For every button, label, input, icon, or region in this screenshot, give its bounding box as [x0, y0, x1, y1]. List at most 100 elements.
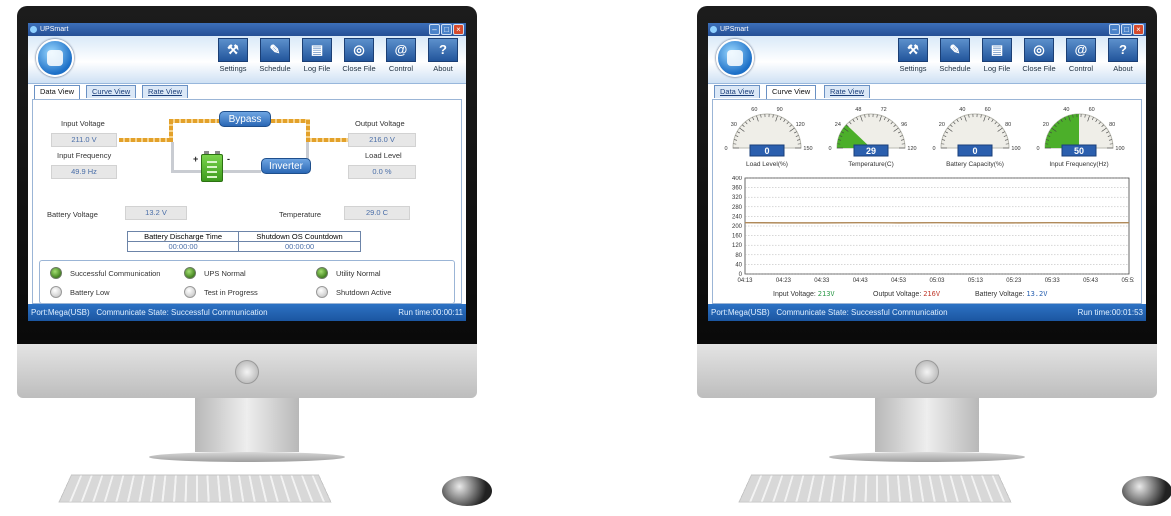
gauge-tick-label: 120: [796, 122, 805, 128]
gauge-tick-label: 60: [751, 107, 757, 113]
x-tick-label: 04:23: [776, 278, 792, 284]
battery-voltage-label: Battery Voltage: [47, 210, 98, 219]
close-file-button[interactable]: ◎ Close File: [338, 38, 380, 73]
about-button[interactable]: ? About: [422, 38, 464, 73]
tab-rate-view[interactable]: Rate View: [142, 85, 189, 98]
control-label: Control: [388, 64, 414, 73]
at-sign-icon: @: [1066, 38, 1096, 62]
window-title: UPSmart: [720, 26, 749, 33]
gauge-label: Input Frequency(Hz): [1049, 161, 1109, 168]
gauge-tick-label: 90: [777, 107, 783, 113]
gauge-value: 0: [764, 146, 769, 156]
schedule-button[interactable]: ✎ Schedule: [254, 38, 296, 73]
timing-table: Battery Discharge Time Shutdown OS Count…: [126, 231, 361, 252]
gauge-tick-label: 30: [731, 122, 737, 128]
toolbar: ⚒ Settings ✎ Schedule ▤ Log File ◎ Close…: [892, 38, 1144, 73]
close-file-button[interactable]: ◎ Close File: [1018, 38, 1060, 73]
settings-button[interactable]: ⚒ Settings: [892, 38, 934, 73]
title-bar[interactable]: UPSmart ‒ □ ×: [28, 23, 466, 36]
settings-label: Settings: [219, 64, 247, 73]
port-status: Port:Mega(USB): [711, 308, 770, 317]
tab-rate-view[interactable]: Rate View: [824, 85, 871, 98]
gauge-tick-label: 20: [939, 122, 945, 128]
run-time: Run time:00:00:11: [398, 308, 463, 317]
tab-curve-view[interactable]: Curve View: [86, 85, 137, 98]
monitor-foot: [829, 452, 1025, 462]
product-image: UPSmart ‒ □ × ⚒ Settings ✎ Schedule ▤ Lo…: [0, 0, 1171, 516]
status-bar: Port:Mega(USB) Communicate State: Succes…: [28, 304, 466, 321]
keyboard: [738, 474, 1012, 503]
log-file-button[interactable]: ▤ Log File: [976, 38, 1018, 73]
question-icon: ?: [1108, 38, 1138, 62]
maximize-button[interactable]: □: [441, 24, 452, 35]
x-tick-label: 04:43: [853, 278, 869, 284]
y-tick-label: 200: [732, 224, 743, 230]
voltage-chart: 0 40 80 120 160 200 240 280 320 360 400 04:13 04:23 0…: [721, 176, 1137, 286]
close-window-button[interactable]: ×: [1133, 24, 1144, 35]
battery-icon: [201, 154, 223, 182]
close-file-label: Close File: [342, 64, 376, 73]
tab-data-view[interactable]: Data View: [34, 85, 81, 99]
settings-button[interactable]: ⚒ Settings: [212, 38, 254, 73]
minimize-button[interactable]: ‒: [429, 24, 440, 35]
ups-normal-led: [184, 267, 196, 279]
plus-sign: +: [193, 154, 199, 164]
gauge-tick-label: 0: [828, 146, 831, 152]
power-button-icon: [235, 360, 259, 384]
gauge-tick-label: 0: [932, 146, 935, 152]
tab-curve-view[interactable]: Curve View: [766, 85, 817, 99]
app-icon: [30, 26, 37, 33]
indicator-label: Utility Normal: [336, 269, 381, 278]
schedule-button[interactable]: ✎ Schedule: [934, 38, 976, 73]
temperature-value: 29.0 C: [344, 206, 410, 220]
communication-led: [50, 267, 62, 279]
readout-label: Input Voltage:: [773, 291, 816, 298]
y-tick-label: 360: [732, 186, 743, 192]
pencil-icon: ✎: [260, 38, 290, 62]
indicator-label: UPS Normal: [204, 269, 246, 278]
input-wire: [119, 138, 169, 142]
about-button[interactable]: ? About: [1102, 38, 1144, 73]
title-bar[interactable]: UPSmart ‒ □ ×: [708, 23, 1146, 36]
y-tick-label: 120: [732, 243, 743, 249]
x-tick-label: 04:53: [891, 278, 907, 284]
battery-terminal-minus: [215, 151, 220, 154]
shutdown-active-led: [316, 286, 328, 298]
window-controls: ‒ □ ×: [1109, 24, 1144, 35]
toolbar: ⚒ Settings ✎ Schedule ▤ Log File ◎ Close…: [212, 38, 464, 73]
mouse: [1122, 476, 1171, 506]
window-controls: ‒ □ ×: [429, 24, 464, 35]
input-voltage-value: 213V: [817, 290, 835, 298]
close-file-label: Close File: [1022, 64, 1056, 73]
x-tick-label: 04:33: [814, 278, 830, 284]
gauge-tick-label: 24: [835, 122, 841, 128]
readout-label: Output Voltage:: [873, 291, 922, 298]
monitor-stand: [195, 398, 299, 452]
gauge-dial: 0 20 40 60 80 100 50: [1036, 107, 1125, 157]
settings-label: Settings: [899, 64, 927, 73]
close-window-button[interactable]: ×: [453, 24, 464, 35]
indicator-label: Shutdown Active: [336, 288, 392, 297]
schedule-label: Schedule: [259, 64, 291, 73]
log-file-button[interactable]: ▤ Log File: [296, 38, 338, 73]
output-voltage-value: 216.0 V: [348, 133, 416, 147]
app-icon: [710, 26, 717, 33]
y-tick-label: 320: [732, 195, 743, 201]
app-window: UPSmart ‒ □ × ⚒ Settings ✎ Schedule ▤ Lo…: [28, 23, 466, 321]
indicator-label: Test in Progress: [204, 288, 258, 297]
monitor-chin: [697, 344, 1157, 398]
minimize-button[interactable]: ‒: [1109, 24, 1120, 35]
upsmart-logo: [36, 39, 74, 77]
maximize-button[interactable]: □: [1121, 24, 1132, 35]
tab-data-view[interactable]: Data View: [714, 85, 761, 98]
readout-label: Battery Voltage:: [975, 291, 1025, 298]
y-tick-label: 80: [735, 253, 742, 259]
gauge-value: 50: [1074, 146, 1084, 156]
control-button[interactable]: @ Control: [1060, 38, 1102, 73]
control-button[interactable]: @ Control: [380, 38, 422, 73]
monitor-foot: [149, 452, 345, 462]
about-label: About: [1113, 64, 1133, 73]
temperature-label: Temperature: [279, 210, 322, 219]
window-title: UPSmart: [40, 26, 69, 33]
indicator-label: Successful Communication: [70, 269, 161, 278]
